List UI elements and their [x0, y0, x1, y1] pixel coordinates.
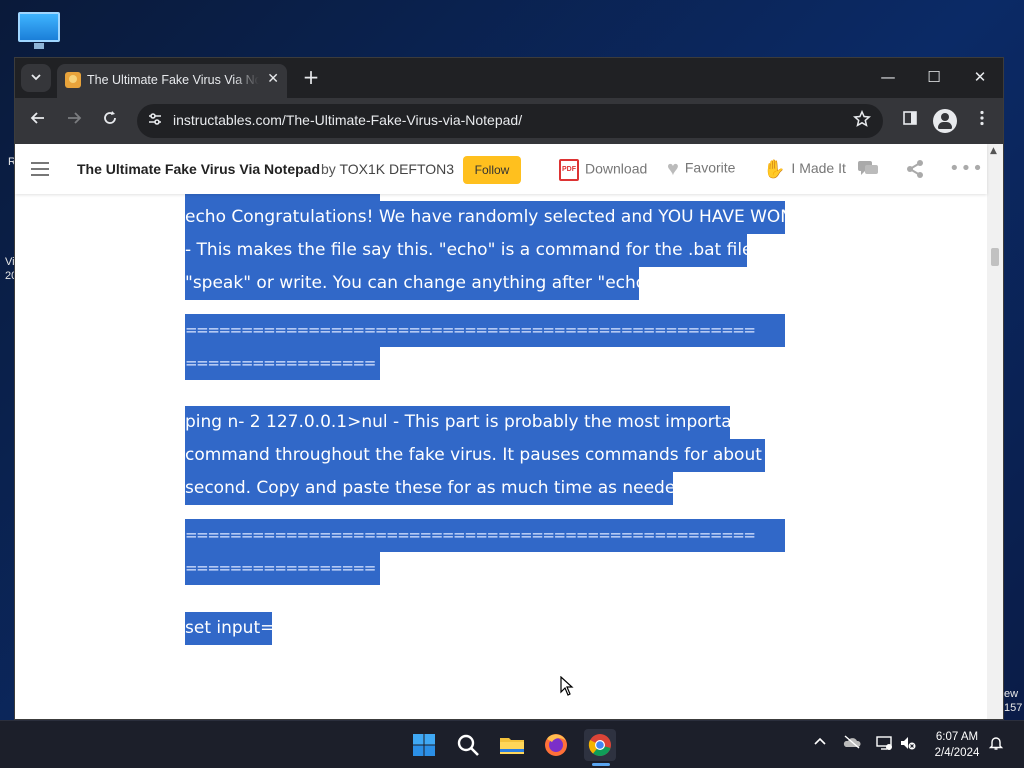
profile-avatar-icon[interactable]	[933, 109, 957, 133]
start-button[interactable]	[408, 729, 440, 761]
instructables-sticky-header: The Ultimate Fake Virus Via Notepad by T…	[15, 144, 987, 194]
bookmark-star-icon[interactable]	[852, 109, 872, 133]
browser-tab-active[interactable]: The Ultimate Fake Virus Via Notepad ✕	[57, 64, 287, 98]
download-button[interactable]: PDF Download	[559, 159, 647, 181]
desktop-text-fragment: ew	[1004, 688, 1019, 700]
chevron-up-icon	[814, 737, 826, 745]
follow-button[interactable]: Follow	[463, 156, 521, 184]
tab-title: The Ultimate Fake Virus Via Notepad	[87, 73, 259, 87]
minimize-button[interactable]: —	[865, 64, 911, 90]
separator-block: ========================================…	[185, 519, 805, 585]
separator-block: ========================================…	[185, 314, 805, 380]
tab-strip: The Ultimate Fake Virus Via Notepad ✕ + …	[15, 58, 1003, 98]
hamburger-menu-icon[interactable]	[31, 162, 49, 176]
arrow-left-icon	[30, 112, 44, 124]
windows-taskbar: 6:07 AM 2/4/2024	[0, 720, 1024, 768]
chevron-down-icon	[31, 74, 41, 81]
share-icon[interactable]	[905, 159, 925, 179]
show-hidden-icons-button[interactable]	[810, 735, 830, 755]
instructables-favicon-icon	[65, 72, 81, 88]
notifications-button[interactable]	[986, 735, 1006, 755]
article-title: The Ultimate Fake Virus Via Notepad	[77, 161, 321, 177]
page-viewport: The Ultimate Fake Virus Via Notepad by T…	[15, 144, 1003, 719]
comments-icon[interactable]	[857, 160, 879, 178]
download-label: Download	[585, 160, 648, 177]
file-explorer-button[interactable]	[496, 729, 528, 761]
close-window-button[interactable]: ✕	[957, 64, 1003, 90]
pdf-icon: PDF	[559, 159, 579, 181]
tab-search-button[interactable]	[21, 64, 51, 92]
browser-menu-button[interactable]	[969, 108, 995, 134]
reload-icon	[104, 111, 116, 124]
monitor-icon	[18, 12, 60, 42]
page-scrollbar[interactable]: ▲	[987, 144, 1003, 719]
address-bar[interactable]: instructables.com/The-Ultimate-Fake-Viru…	[137, 104, 883, 138]
by-label: by	[321, 161, 336, 177]
chrome-button[interactable]	[584, 729, 616, 761]
scroll-up-arrow-icon[interactable]: ▲	[990, 146, 997, 156]
windows-logo-icon	[413, 734, 435, 756]
favorite-button[interactable]: ♥ Favorite	[667, 159, 735, 181]
browser-toolbar: instructables.com/The-Ultimate-Fake-Viru…	[15, 98, 1003, 144]
hand-icon: ✋	[763, 159, 786, 179]
author-line: by TOX1K DEFTON3	[321, 161, 454, 177]
search-icon	[457, 734, 479, 756]
clock-date: 2/4/2024	[934, 747, 980, 759]
taskbar-clock[interactable]: 6:07 AM 2/4/2024	[926, 729, 988, 761]
clock-time: 6:07 AM	[935, 731, 979, 743]
folder-icon	[500, 738, 524, 754]
bell-icon	[988, 737, 1004, 750]
author-link[interactable]: TOX1K DEFTON3	[339, 161, 454, 177]
desktop-text-fragment: 157	[1004, 702, 1023, 714]
volume-tray-icon[interactable]	[898, 735, 918, 755]
side-panel-button[interactable]	[897, 108, 923, 134]
scrollbar-thumb[interactable]	[991, 248, 999, 266]
echo-paragraph: echo Congratulations! We have randomly s…	[185, 201, 805, 300]
search-button[interactable]	[452, 729, 484, 761]
side-panel-icon	[903, 111, 917, 125]
set-input-paragraph: set input=	[185, 612, 805, 645]
maximize-button[interactable]: ☐	[911, 64, 957, 90]
site-info-icon[interactable]	[145, 111, 165, 131]
new-tab-button[interactable]: +	[299, 66, 323, 90]
i-made-it-button[interactable]: ✋ I Made It	[763, 159, 846, 181]
heart-icon: ♥	[667, 158, 679, 180]
kebab-menu-icon	[980, 110, 984, 126]
firefox-icon	[545, 734, 567, 756]
arrow-right-icon	[68, 112, 82, 124]
reload-button[interactable]	[97, 108, 123, 134]
more-options-icon[interactable]: •••	[949, 158, 984, 179]
favorite-label: Favorite	[684, 159, 736, 176]
ping-paragraph: ping n- 2 127.0.0.1>nul - This part is p…	[185, 406, 805, 505]
active-app-indicator	[592, 763, 610, 766]
mouse-cursor-icon	[560, 676, 574, 696]
url-text: instructables.com/The-Ultimate-Fake-Viru…	[173, 112, 523, 128]
network-tray-icon[interactable]	[874, 735, 894, 755]
i-made-it-label: I Made It	[791, 160, 846, 177]
forward-button[interactable]	[61, 108, 87, 134]
chrome-icon	[588, 734, 611, 756]
browser-window: The Ultimate Fake Virus Via Notepad ✕ + …	[14, 57, 1004, 720]
onedrive-tray-icon[interactable]	[842, 735, 862, 755]
tab-close-icon[interactable]: ✕	[267, 71, 279, 87]
back-button[interactable]	[25, 108, 51, 134]
firefox-button[interactable]	[540, 729, 572, 761]
this-pc-desktop-icon[interactable]	[16, 10, 62, 50]
